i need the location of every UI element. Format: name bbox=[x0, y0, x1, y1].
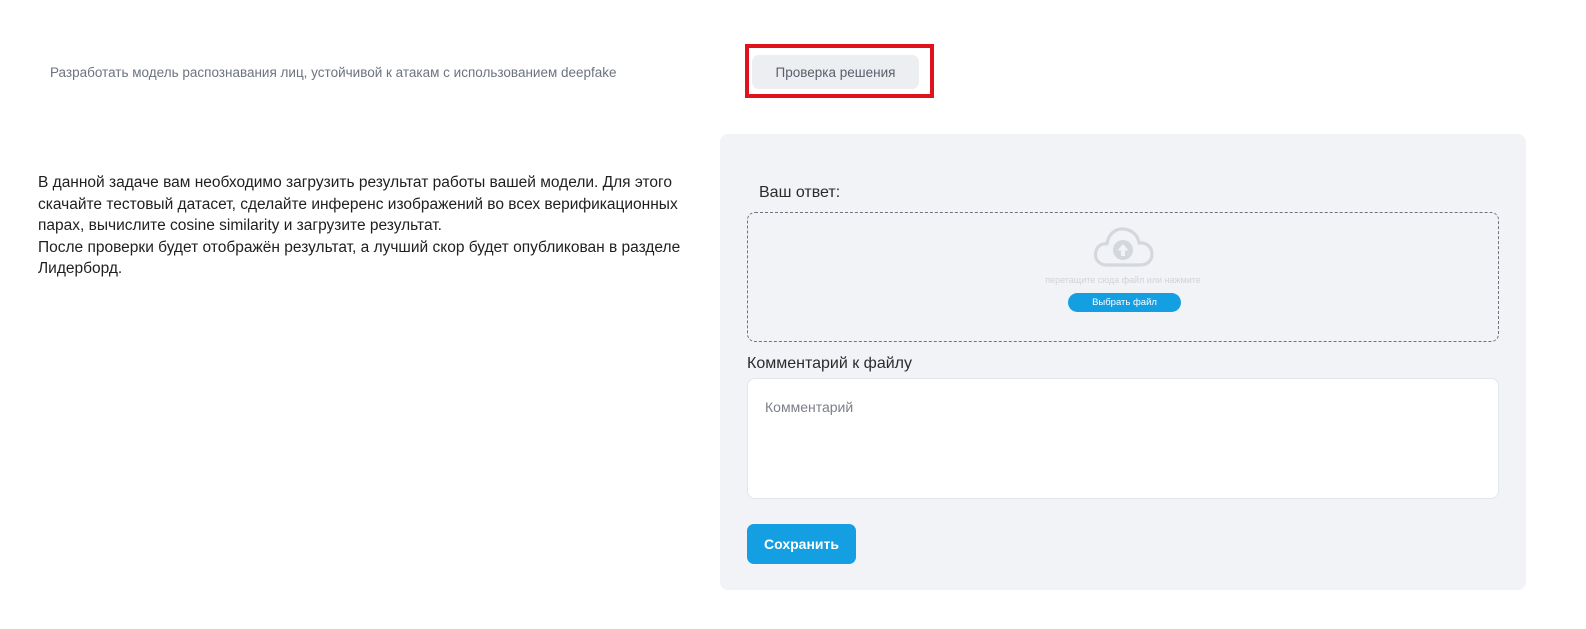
answer-label: Ваш ответ: bbox=[759, 184, 841, 201]
file-dropzone[interactable]: перетащите сюда файл или нажмите Выбрать… bbox=[747, 212, 1499, 342]
submission-panel: Ваш ответ: перетащите сюда файл или нажм… bbox=[720, 134, 1526, 590]
description-paragraph: После проверки будет отображён результат… bbox=[38, 238, 681, 278]
breadcrumb: Разработать модель распознавания лиц, ус… bbox=[50, 52, 617, 92]
dropzone-hint: перетащите сюда файл или нажмите bbox=[1045, 275, 1201, 285]
breadcrumb-task-link[interactable]: Разработать модель распознавания лиц, ус… bbox=[50, 65, 617, 80]
save-button[interactable]: Сохранить bbox=[747, 524, 856, 564]
description-paragraph: В данной задаче вам необходимо загрузить… bbox=[38, 174, 678, 234]
comment-input[interactable] bbox=[747, 378, 1499, 499]
tab-solution-check[interactable]: Проверка решения bbox=[752, 55, 919, 89]
comment-label: Комментарий к файлу bbox=[747, 355, 912, 372]
task-description: В данной задаче вам необходимо загрузить… bbox=[38, 172, 718, 280]
cloud-upload-icon bbox=[1093, 227, 1154, 267]
choose-file-button[interactable]: Выбрать файл bbox=[1068, 293, 1181, 312]
